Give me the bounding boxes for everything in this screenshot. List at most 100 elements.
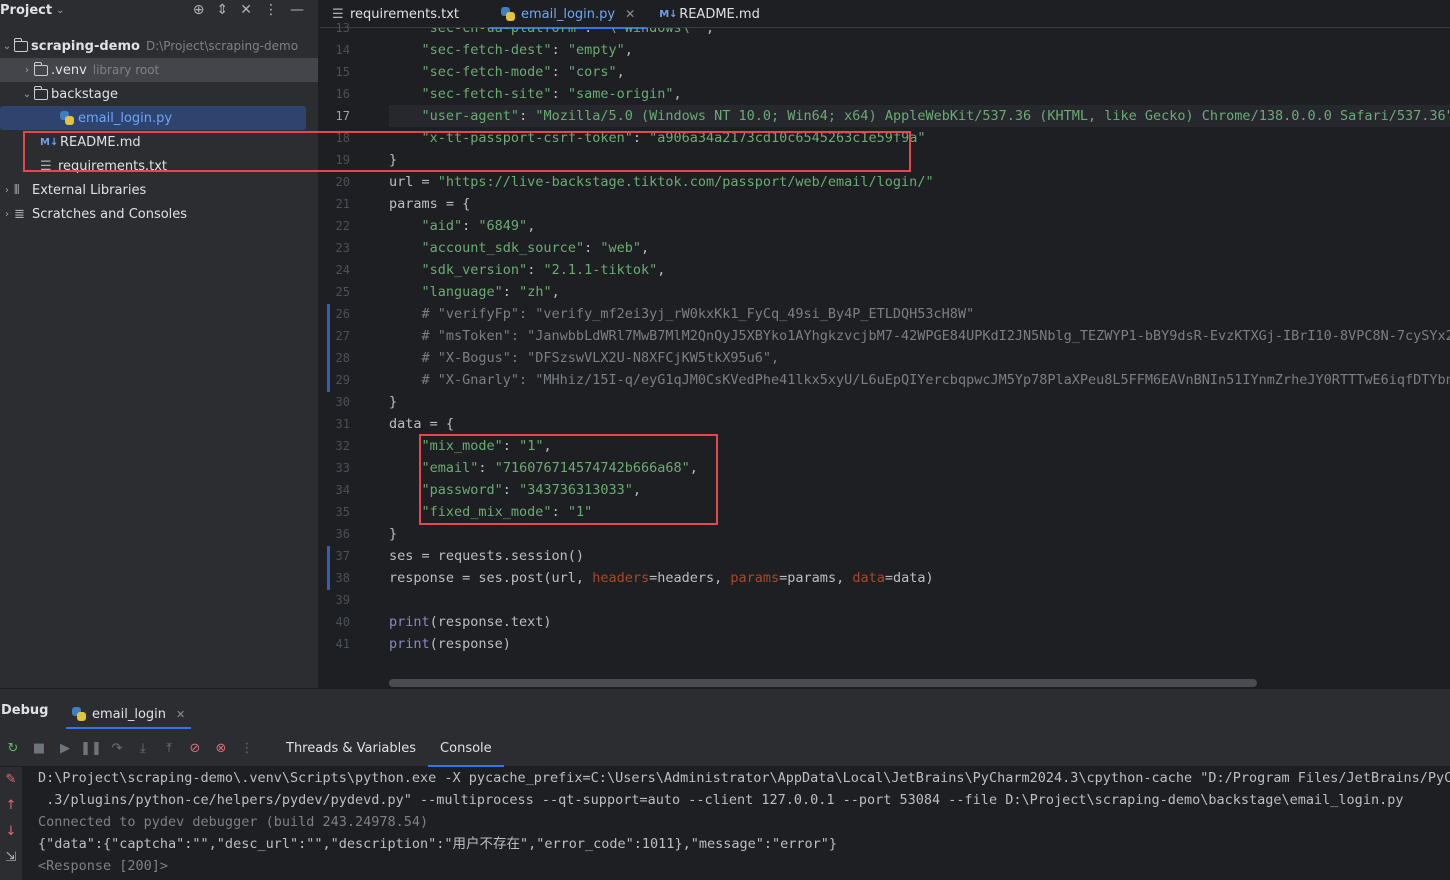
line-number[interactable]: 15 (320, 65, 350, 79)
step-out-icon[interactable]: ⤒ (156, 741, 182, 756)
close-icon[interactable]: ✕ (625, 7, 635, 21)
code-line[interactable]: # "msToken": "JanwbbLdWRl7MwB7MlM2QnQyJ5… (389, 325, 1450, 347)
line-number[interactable]: 25 (320, 285, 350, 299)
line-number[interactable]: 33 (320, 461, 350, 475)
tree-item-root[interactable]: ⌄ scraping-demo D:\Project\scraping-demo (0, 34, 318, 58)
code-line[interactable]: } (389, 391, 397, 413)
code-line[interactable]: "sec-fetch-dest": "empty", (389, 39, 633, 61)
soft-wrap-icon[interactable]: ⇲ (0, 845, 22, 871)
line-number[interactable]: 41 (320, 637, 350, 651)
more-options-icon[interactable]: ⋮ (264, 0, 278, 20)
code-line[interactable]: "account_sdk_source": "web", (389, 237, 650, 259)
line-number[interactable]: 35 (320, 505, 350, 519)
line-number[interactable]: 30 (320, 395, 350, 409)
step-over-icon[interactable]: ↷ (104, 741, 130, 756)
line-number[interactable]: 27 (320, 329, 350, 343)
line-number[interactable]: 23 (320, 241, 350, 255)
code-line[interactable]: "user-agent": "Mozilla/5.0 (Windows NT 1… (389, 105, 1450, 127)
line-number[interactable]: 14 (320, 43, 350, 57)
tab-email-login[interactable]: email_login.py ✕ (489, 0, 648, 29)
line-number[interactable]: 24 (320, 263, 350, 277)
chevron-down-icon[interactable]: ⌄ (0, 41, 14, 52)
code-line[interactable]: print(response.text) (389, 611, 552, 633)
tree-item-label: email_login.py (78, 110, 173, 126)
chevron-down-icon[interactable]: ⌄ (20, 89, 34, 100)
line-number[interactable]: 32 (320, 439, 350, 453)
console-output[interactable]: ✎ ↑ ↓ ⇲ D:\Project\scraping-demo\.venv\S… (0, 767, 1450, 880)
close-icon[interactable]: ✕ (176, 708, 185, 721)
code-line[interactable]: "sdk_version": "2.1.1-tiktok", (389, 259, 666, 281)
stop-icon[interactable]: ■ (26, 741, 52, 756)
code-line[interactable]: "sec-fetch-site": "same-origin", (389, 83, 682, 105)
line-number[interactable]: 38 (320, 571, 350, 585)
hide-panel-icon[interactable]: — (290, 0, 304, 20)
resume-icon[interactable]: ▶ (52, 741, 78, 756)
line-number[interactable]: 36 (320, 527, 350, 541)
scroll-down-icon[interactable]: ↓ (0, 819, 22, 845)
code-line[interactable]: "sec-fetch-mode": "cors", (389, 61, 625, 83)
tab-label: README.md (679, 6, 760, 22)
line-number[interactable]: 31 (320, 417, 350, 431)
tab-threads-variables[interactable]: Threads & Variables (274, 731, 428, 767)
tab-readme[interactable]: M↓ README.md (647, 0, 772, 28)
tab-console[interactable]: Console (428, 731, 504, 767)
code-line[interactable]: "aid": "6849", (389, 215, 536, 237)
project-actions: ⊕ ⇕ ✕ ⋮ — (193, 0, 304, 20)
ide-window: Project ⌄ ⊕ ⇕ ✕ ⋮ — ⌄ scraping-demo D:\P… (0, 0, 1450, 880)
more-options-icon[interactable]: ⋮ (234, 741, 260, 756)
line-number[interactable]: 13 (320, 21, 350, 35)
code-line[interactable]: ses = requests.session() (389, 545, 584, 567)
tree-item-email-login[interactable]: email_login.py (0, 106, 306, 130)
line-number[interactable]: 39 (320, 593, 350, 607)
line-number[interactable]: 22 (320, 219, 350, 233)
tree-item-external-libraries[interactable]: › ⫴ External Libraries (0, 178, 318, 202)
project-tree: ⌄ scraping-demo D:\Project\scraping-demo… (0, 34, 318, 226)
view-breakpoints-icon[interactable]: ⊘ (182, 741, 208, 756)
tree-item-backstage[interactable]: ⌄ backstage (0, 82, 318, 106)
line-number[interactable]: 26 (320, 307, 350, 321)
code-line[interactable]: url = "https://live-backstage.tiktok.com… (389, 171, 934, 193)
step-into-icon[interactable]: ⤓ (130, 741, 156, 756)
debug-session-tab[interactable]: email_login ✕ (66, 699, 192, 729)
rerun-icon[interactable]: ↻ (0, 741, 26, 756)
python-file-icon (72, 707, 86, 721)
mute-breakpoints-icon[interactable]: ⊗ (208, 741, 234, 756)
code-line[interactable]: "sec-ch-ua-platform": "\"Windows\"", (389, 28, 715, 39)
line-number[interactable]: 16 (320, 87, 350, 101)
collapse-all-icon[interactable]: ✕ (240, 0, 252, 20)
chevron-right-icon[interactable]: › (0, 185, 14, 196)
chevron-right-icon[interactable]: › (0, 209, 14, 220)
project-title[interactable]: Project (0, 3, 52, 18)
code-line[interactable]: "language": "zh", (389, 281, 560, 303)
code-line[interactable]: } (389, 523, 397, 545)
line-number[interactable]: 28 (320, 351, 350, 365)
tree-item-venv[interactable]: › .venv library root (0, 58, 318, 82)
locate-icon[interactable]: ⊕ (193, 0, 205, 20)
code-line[interactable]: # "X-Gnarly": "MHhiz/15I-q/eyG1qJM0CsKVe… (389, 369, 1450, 391)
clear-console-icon[interactable]: ✎ (0, 767, 22, 793)
scroll-up-icon[interactable]: ↑ (0, 793, 22, 819)
line-number[interactable]: 29 (320, 373, 350, 387)
line-number[interactable]: 34 (320, 483, 350, 497)
code-editor[interactable]: "sec-ch-ua-platform": "\"Windows\"", "se… (389, 28, 1450, 688)
line-number[interactable]: 21 (320, 197, 350, 211)
line-number[interactable]: 17 (320, 109, 350, 123)
line-number[interactable]: 37 (320, 549, 350, 563)
chevron-right-icon[interactable]: › (20, 65, 34, 76)
chevron-down-icon[interactable]: ⌄ (56, 5, 64, 16)
expand-collapse-icon[interactable]: ⇕ (217, 0, 229, 20)
code-line[interactable]: # "verifyFp": "verify_mf2ei3yj_rW0kxKk1_… (389, 303, 975, 325)
pause-icon[interactable]: ❚❚ (78, 741, 104, 756)
console-line: <Response [200]> (38, 858, 169, 874)
code-line[interactable]: # "X-Bogus": "DFSzswVLX2U-N8XFCjKW5tkX95… (389, 347, 780, 369)
code-line[interactable]: response = ses.post(url, headers=headers… (389, 567, 934, 589)
editor-tabs: ☰ requirements.txt email_login.py ✕ M↓ R… (320, 0, 1450, 29)
line-number[interactable]: 20 (320, 175, 350, 189)
code-line[interactable]: print(response) (389, 633, 511, 655)
text-file-icon: ☰ (332, 6, 344, 22)
tree-item-scratches[interactable]: › ≣ Scratches and Consoles (0, 202, 318, 226)
code-line[interactable]: data = { (389, 413, 454, 435)
horizontal-scrollbar[interactable] (389, 679, 1257, 687)
line-number[interactable]: 40 (320, 615, 350, 629)
code-line[interactable]: params = { (389, 193, 470, 215)
